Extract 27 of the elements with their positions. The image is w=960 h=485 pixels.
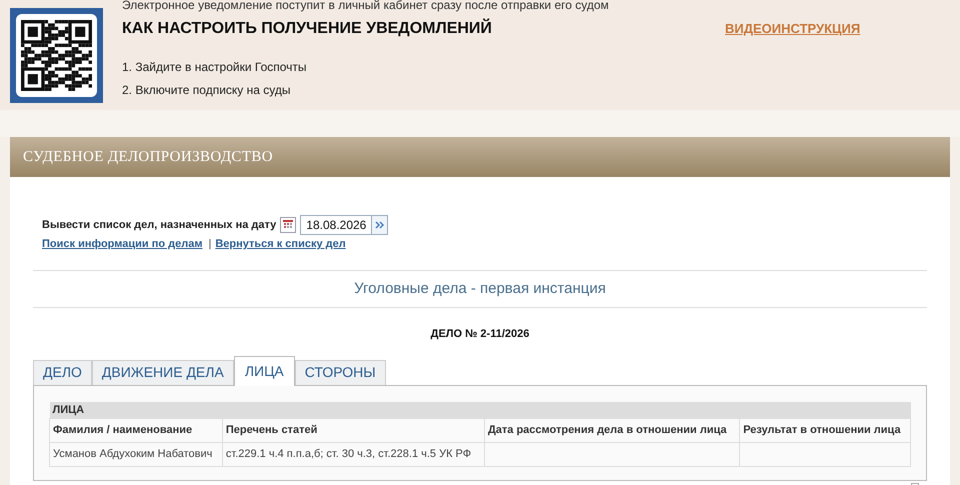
calendar-button[interactable]: [280, 217, 296, 233]
go-button[interactable]: [371, 215, 388, 235]
column-header: Дата рассмотрения дела в отношении лица: [484, 418, 740, 442]
date-filter-label: Вывести список дел, назначенных на дату: [42, 218, 276, 233]
case-number: ДЕЛО № 2-11/2026: [430, 327, 530, 342]
tab[interactable]: ДВИЖЕНИЕ ДЕЛА: [92, 360, 234, 384]
tab[interactable]: ДЕЛО: [33, 360, 92, 384]
column-header: Перечень статей: [222, 418, 484, 442]
date-input[interactable]: 18.08.2026: [300, 215, 372, 235]
notice-text: Электронное уведомление поступит в личный кабинет сразу после отправки его судом: [122, 0, 609, 14]
column-header: Фамилия / наименование: [50, 418, 222, 442]
instruction-title: КАК НАСТРОИТЬ ПОЛУЧЕНИЕ УВЕДОМЛЕНИЙ: [122, 18, 493, 39]
category-title: Уголовные дела - первая инстанция: [353, 278, 607, 298]
back-to-list-link[interactable]: Вернуться к списку дел: [215, 236, 346, 252]
section-header: СУДЕБНОЕ ДЕЛОПРОИЗВОДСТВО: [10, 137, 950, 177]
tab[interactable]: СТОРОНЫ: [294, 360, 386, 384]
instruction-step: 1. Зайдите в настройки Госпочты: [122, 58, 950, 76]
tab[interactable]: ЛИЦА: [234, 356, 295, 386]
instruction-step: 2. Включите подписку на суды: [122, 81, 950, 99]
double-chevron-icon: [374, 220, 385, 230]
column-header: Результат в отношении лица: [740, 418, 910, 442]
link-separator: |: [208, 237, 212, 252]
calendar-grid-icon: [283, 220, 294, 230]
table-cell: Усманов Абдухоким Набатович: [50, 442, 222, 466]
table-cell: ст.229.1 ч.4 п.п.а,б; ст. 30 ч.3, ст.228.1 ч.5 УК РФ: [222, 442, 484, 466]
case-search-link[interactable]: Поиск информации по делам: [42, 236, 202, 252]
table-caption: ЛИЦА: [50, 402, 910, 418]
